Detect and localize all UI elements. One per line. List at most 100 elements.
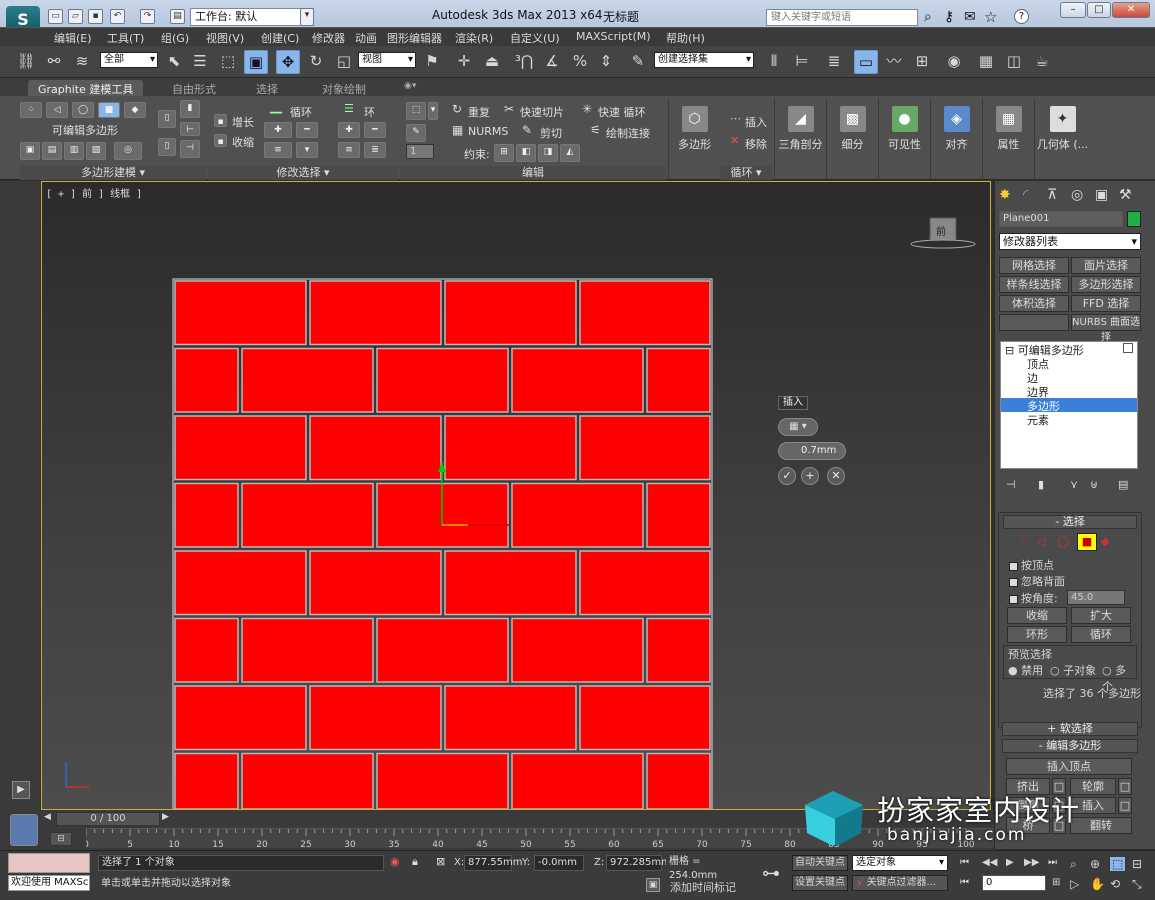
preserve-uv-icon[interactable]: ◎ [114,142,142,160]
current-frame-field[interactable]: 0 [982,875,1046,891]
ignore-back-checkbox[interactable] [1009,577,1018,587]
remove-modifier-icon[interactable]: ⊎ [1090,478,1098,491]
caddy-type-dropdown[interactable]: ▦ ▾ [778,418,818,436]
constraint-face-icon[interactable]: ◨ [538,144,558,162]
preview-subobj-option[interactable]: ○ 子对象 [1050,662,1096,678]
by-vertex-option[interactable]: 按顶点 [1009,557,1054,573]
viewcube-label[interactable]: 前 [936,223,946,238]
named-selection-dropdown[interactable]: 创建选择集 ▾ [654,52,754,68]
menu-customize[interactable]: 自定义(U) [510,30,560,46]
menu-group[interactable]: 组(G) [161,30,189,46]
time-config-icon[interactable]: ⊞ [1052,877,1060,888]
loop-mode-icon[interactable]: ≡ [264,142,292,158]
zoom-icon[interactable]: ⌕ [1070,857,1077,872]
inset-settings-icon[interactable]: □ [1118,797,1132,814]
big-triangulate-button[interactable]: ◢ 三角剖分 [774,98,826,180]
ring-mode-icon[interactable]: ≡ [338,142,360,158]
spinner-snap-icon[interactable]: ⇕ [594,50,618,74]
patch-select-button[interactable]: 面片选择 [1071,257,1141,274]
select-by-name-icon[interactable]: ☰ [188,50,212,74]
angle-spinner[interactable]: 45.0 [1067,590,1125,605]
stack-item-border[interactable]: 边界 [1001,384,1137,399]
orbit-icon[interactable]: ⟲ [1110,877,1120,891]
maxscript-listener-box[interactable] [8,853,90,873]
menu-modifiers[interactable]: 修改器 [312,30,345,46]
by-vertex-checkbox[interactable] [1009,561,1018,571]
modifier-list-dropdown[interactable]: 修改器列表 ▾ [999,233,1141,250]
material-editor-icon[interactable]: ◉ [942,50,966,74]
outline-settings-icon[interactable]: □ [1118,778,1132,795]
key-mode-dropdown[interactable]: 选定对象 ▾ [852,855,948,871]
element-mode-icon[interactable]: ◆ [124,102,146,118]
angle-snap-icon[interactable]: ∡ [540,50,564,74]
time-tag-icon[interactable]: ▣ [646,878,660,892]
field-of-view-icon[interactable]: ▷ [1070,877,1079,891]
stack-tool-icon-b[interactable]: ▯ [158,138,176,156]
stack-item-edge[interactable]: 边 [1001,370,1137,385]
border-mode-icon[interactable]: ◯ [72,102,94,118]
stack-item-element[interactable]: 元素 [1001,412,1137,427]
project-folder-icon[interactable]: ▤ [170,9,185,24]
minimize-button[interactable]: – [1060,2,1086,18]
maxscript-mini-input[interactable]: 欢迎使用 MAXSc [8,875,90,891]
collapse-stack-icon[interactable]: ▧ [86,142,106,160]
undo-icon[interactable]: ↶ [110,9,125,24]
stack-item-editable-poly[interactable]: ⊟ 可编辑多边形 [1001,342,1137,357]
stack-item-polygon[interactable]: 多边形 [1001,398,1137,413]
next-frame-icon[interactable]: ▶▶ [1024,857,1039,868]
loop-dropdown-icon[interactable]: ▾ [296,142,318,158]
by-angle-option[interactable]: 按角度: [1009,590,1058,606]
set-key-icon[interactable]: ⊶ [762,863,780,884]
utilities-tab-icon[interactable]: ⚒ [1119,187,1132,203]
remove-modifier-icon[interactable]: ⊣ [180,140,200,158]
schematic-view-icon[interactable]: ⊞ [910,50,934,74]
nurms-label[interactable]: NURMS [468,125,508,138]
big-geometry-button[interactable]: ✦ 几何体 (... [1034,98,1090,180]
move-icon[interactable]: ✥ [276,50,300,74]
goto-end-icon[interactable]: ⏭ [1048,857,1057,868]
grow-button[interactable]: 扩大 [1071,607,1131,624]
ring-label[interactable]: 环 [364,104,375,120]
search-input[interactable]: 键入关键字或短语 [766,9,918,26]
zoom-extents-all-icon[interactable]: ⊟ [1132,857,1142,871]
edge-mode-icon[interactable]: ◁ [46,102,68,118]
x-coord-field[interactable]: 877.55mm [464,855,522,871]
tab-object-paint[interactable]: 对象绘制 [322,81,366,97]
zoom-all-icon[interactable]: ⊕ [1090,857,1100,871]
caddy-ok-icon[interactable]: ✓ [778,467,796,485]
constraint-none-icon[interactable]: ⊞ [494,144,514,162]
lock-icon[interactable]: 🔒︎ [412,855,418,869]
tab-selection[interactable]: 选择 [256,81,278,97]
cut-label[interactable]: 剪切 [540,125,562,141]
percent-snap-icon[interactable]: % [568,50,592,74]
stack-up-icon[interactable]: ▤ [42,142,62,160]
modifier-stack[interactable]: ⊟ 可编辑多边形 顶点 边 边界 多边形 元素 [1000,341,1138,469]
quickslice-label[interactable]: 快速切片 [520,104,564,120]
menu-edit[interactable]: 编辑(E) [54,30,92,46]
modify-mode-icon[interactable]: ▣ [20,142,40,160]
group-loops[interactable]: 循环 ▾ [720,166,772,180]
add-time-tag[interactable]: 添加时间标记 [670,879,736,895]
caddy-cancel-icon[interactable]: ✕ [827,467,845,485]
setkey-button[interactable]: 设置关键点 [792,875,848,891]
render-frame-icon[interactable]: ◫ [1002,50,1026,74]
pin-stack-icon[interactable]: ⊣ [1006,478,1016,491]
absolute-mode-icon[interactable]: ⊠ [436,855,445,868]
object-color-swatch[interactable] [1127,211,1141,227]
new-file-icon[interactable]: ▭ [48,9,63,24]
bind-spacewarp-icon[interactable]: ≋ [70,50,94,74]
select-manipulate-icon[interactable]: ✛ [452,50,476,74]
object-name-field[interactable]: Plane001 [999,211,1123,227]
caddy-apply-icon[interactable]: + [801,467,819,485]
paint-select-icon[interactable]: ⬚ [406,102,426,120]
redo-icon[interactable]: ↷ [140,9,155,24]
reference-coord-dropdown[interactable]: 视图 ▾ [358,52,416,68]
caddy-title-bar[interactable]: 插入 [778,396,808,410]
snaps-toggle-icon[interactable]: ³⋂ [512,50,536,74]
spline-select-button[interactable]: 样条线选择 [999,276,1069,293]
by-angle-checkbox[interactable] [1009,594,1018,604]
menu-rendering[interactable]: 渲染(R) [455,30,493,46]
quickloop-label[interactable]: 快速 循环 [598,104,646,120]
ring-shrink-icon[interactable]: ━ [364,122,386,138]
nurbs-select-button[interactable]: NURBS 曲面选择 [1071,314,1141,343]
